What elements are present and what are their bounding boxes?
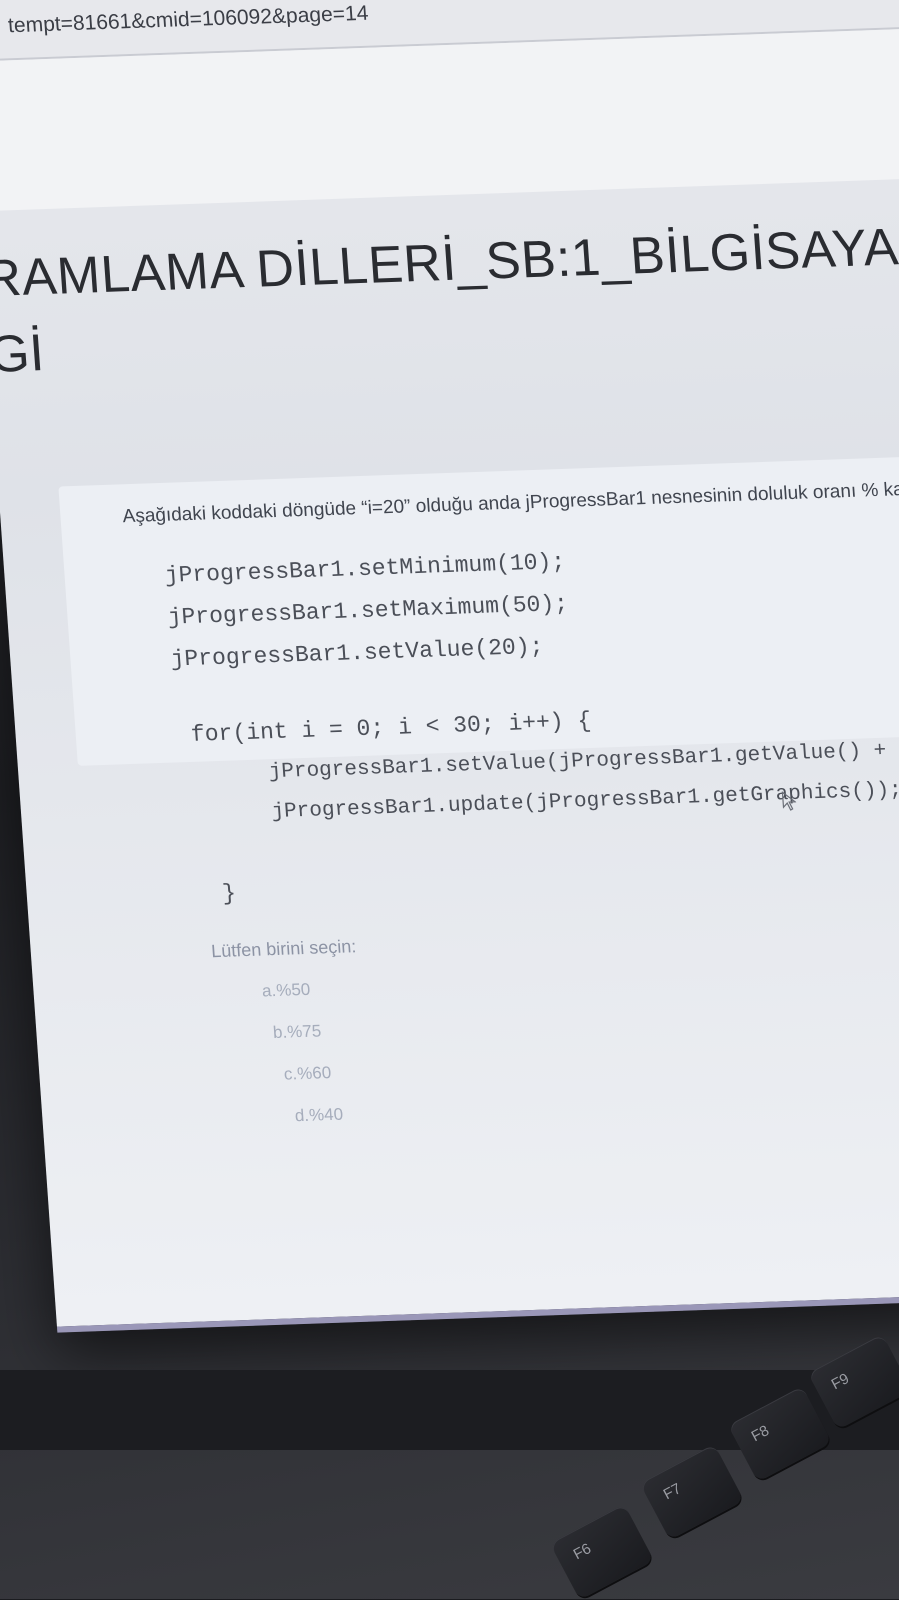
key-f6[interactable]: F6 — [549, 1504, 655, 1600]
key-f6-label: F6 — [570, 1540, 595, 1564]
option-b[interactable]: b.%75 — [272, 1021, 322, 1043]
option-c[interactable]: c.%60 — [283, 1063, 332, 1085]
laptop-screen: tempt=81661&cmid=106092&page=14 RAMLAMA … — [0, 0, 899, 1333]
code-line-7: } — [221, 880, 237, 907]
course-title-continued: Gİ — [0, 324, 46, 384]
key-f7-label: F7 — [660, 1480, 685, 1504]
laptop-body: tempt=81661&cmid=106092&page=14 RAMLAMA … — [0, 0, 899, 1600]
option-a[interactable]: a.%50 — [261, 980, 311, 1002]
course-title: RAMLAMA DİLLERİ_SB:1_BİLGİSAYAR — [0, 216, 899, 309]
key-f7[interactable]: F7 — [639, 1444, 745, 1540]
key-f8-label: F8 — [748, 1422, 773, 1446]
option-d[interactable]: d.%40 — [294, 1105, 344, 1127]
key-f9-label: F9 — [828, 1370, 853, 1394]
mouse-cursor-icon — [781, 791, 797, 811]
code-line-6: jProgressBar1.update(jProgressBar1.getGr… — [270, 779, 899, 825]
answer-prompt: Lütfen birini seçin: — [210, 936, 357, 962]
